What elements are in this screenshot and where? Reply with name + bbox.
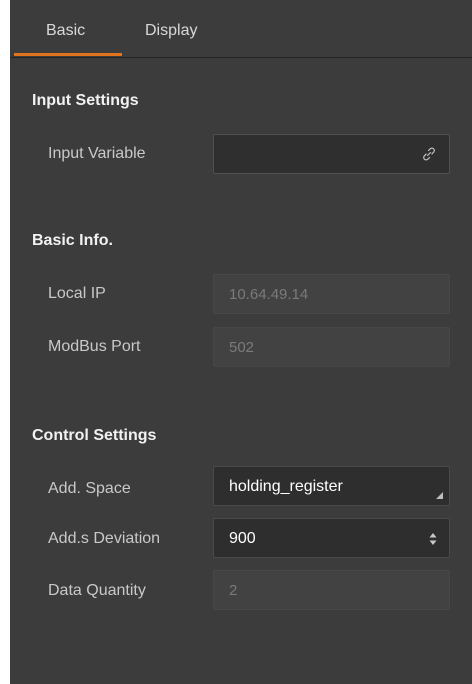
tab-display[interactable]: Display <box>145 22 197 40</box>
add-deviation-stepper[interactable]: 900 <box>213 518 450 558</box>
local-ip-field: 10.64.49.14 <box>213 274 450 314</box>
left-border-strip <box>0 0 10 684</box>
data-quantity-field: 2 <box>213 570 450 610</box>
active-tab-indicator <box>14 53 122 56</box>
local-ip-label: Local IP <box>48 285 106 302</box>
modbus-port-label: ModBus Port <box>48 338 141 355</box>
section-title-control-settings: Control Settings <box>32 427 157 444</box>
section-title-basic-info: Basic Info. <box>32 232 113 249</box>
input-variable-field[interactable] <box>213 134 450 174</box>
add-space-value: holding_register <box>229 478 343 495</box>
link-icon[interactable] <box>421 146 437 162</box>
input-variable-label: Input Variable <box>48 145 146 162</box>
dropdown-corner-icon <box>436 492 443 499</box>
modbus-port-value: 502 <box>229 339 255 356</box>
local-ip-value: 10.64.49.14 <box>229 286 309 303</box>
spin-arrows-icon[interactable] <box>429 532 437 546</box>
add-deviation-value: 900 <box>229 530 256 547</box>
add-space-dropdown[interactable]: holding_register <box>213 466 450 506</box>
data-quantity-value: 2 <box>229 582 238 599</box>
data-quantity-label: Data Quantity <box>48 582 146 599</box>
modbus-port-field: 502 <box>213 327 450 367</box>
tab-bar: Basic Display <box>10 0 472 58</box>
tab-basic[interactable]: Basic <box>46 22 85 40</box>
settings-panel: Basic Display Input Settings Input Varia… <box>10 0 472 684</box>
section-title-input-settings: Input Settings <box>32 92 139 109</box>
add-space-label: Add. Space <box>48 480 131 497</box>
add-deviation-label: Add.s Deviation <box>48 530 161 547</box>
